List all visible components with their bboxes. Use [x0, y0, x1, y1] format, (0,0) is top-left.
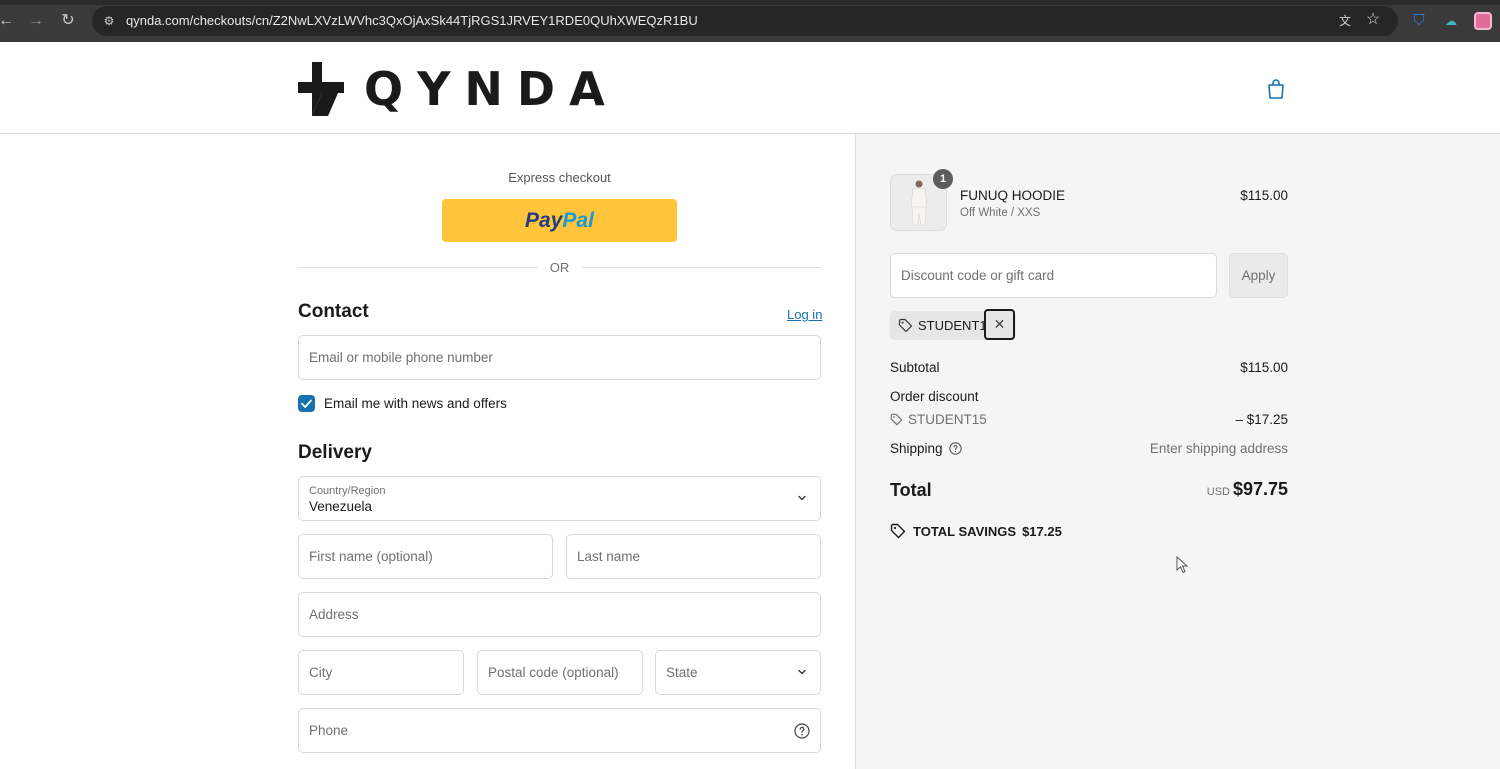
savings-amount: $17.25	[1022, 523, 1062, 539]
total-row: Total USD $97.75	[890, 478, 1288, 502]
applied-code-text: STUDENT15	[918, 318, 994, 333]
shopping-bag-icon[interactable]	[1266, 78, 1286, 100]
cloud-extension-icon[interactable]: ☁	[1442, 12, 1460, 30]
first-name-placeholder: First name (optional)	[309, 549, 433, 564]
state-select[interactable]: State	[655, 650, 821, 695]
postal-code-placeholder: Postal code (optional)	[488, 665, 619, 680]
contact-heading: Contact	[298, 301, 369, 322]
or-divider: OR	[298, 260, 821, 276]
total-amount: $97.75	[1232, 479, 1288, 499]
order-summary-panel: 1 FUNUQ HOODIE Off White / XXS $115.00 D…	[856, 134, 1500, 769]
help-circle-icon[interactable]	[948, 442, 962, 455]
shipping-value: Enter shipping address	[1149, 441, 1288, 456]
shipping-label-group: Shipping	[890, 441, 962, 456]
subtotal-value: $115.00	[1240, 360, 1288, 375]
discount-placeholder: Discount code or gift card	[901, 268, 1055, 283]
savings-tag-icon	[890, 523, 906, 539]
apply-discount-button[interactable]: Apply	[1229, 253, 1288, 298]
store-header: QYNDA	[0, 42, 1500, 134]
remove-discount-button[interactable]: ✕	[984, 309, 1015, 340]
postal-code-field[interactable]: Postal code (optional)	[477, 650, 643, 695]
login-link[interactable]: Log in	[787, 307, 822, 322]
savings-label: TOTAL SAVINGS	[913, 523, 1017, 539]
chevron-down-icon	[798, 495, 806, 501]
discount-code-label: STUDENT15	[890, 412, 987, 427]
discount-code-field[interactable]: Discount code or gift card	[890, 253, 1217, 298]
first-name-field[interactable]: First name (optional)	[298, 534, 553, 579]
address-placeholder: Address	[309, 607, 359, 622]
browser-toolbar: ← → ↻ ⚙ qynda.com/checkouts/cn/Z2NwLXVzL…	[0, 0, 1500, 42]
close-icon: ✕	[993, 316, 1006, 332]
url-text[interactable]: qynda.com/checkouts/cn/Z2NwLXVzLWVhc3QxO…	[126, 13, 698, 28]
total-label: Total	[890, 480, 932, 500]
newsletter-label: Email me with news and offers	[324, 395, 507, 411]
mouse-cursor-icon	[1176, 556, 1188, 574]
tag-icon	[890, 413, 903, 426]
email-field[interactable]: Email or mobile phone number	[298, 335, 821, 380]
shield-extension-icon[interactable]: ⛉	[1410, 12, 1428, 30]
tag-icon	[898, 318, 913, 333]
phone-field[interactable]: Phone	[298, 708, 821, 753]
shipping-label: Shipping	[890, 441, 943, 456]
paypal-button[interactable]: PayPal	[442, 199, 677, 242]
address-bar[interactable]: ⚙ qynda.com/checkouts/cn/Z2NwLXVzLWVhc3Q…	[92, 6, 1398, 36]
site-settings-icon[interactable]: ⚙	[100, 12, 118, 30]
discount-code-text: STUDENT15	[908, 412, 987, 427]
email-placeholder: Email or mobile phone number	[309, 350, 493, 365]
back-icon[interactable]: ←	[0, 11, 16, 31]
express-checkout-label: Express checkout	[508, 170, 611, 185]
product-variant: Off White / XXS	[960, 207, 1041, 219]
address-field[interactable]: Address	[298, 592, 821, 637]
phone-placeholder: Phone	[309, 723, 349, 738]
paypal-logo-part2: Pal	[562, 209, 594, 232]
state-placeholder: State	[666, 665, 698, 680]
country-select[interactable]: Country/Region Venezuela	[298, 476, 821, 521]
product-price: $115.00	[1240, 188, 1288, 203]
country-value: Venezuela	[309, 499, 373, 514]
city-field[interactable]: City	[298, 650, 464, 695]
paypal-logo-part1: Pay	[525, 209, 563, 232]
quantity-badge: 1	[933, 169, 953, 189]
newsletter-option[interactable]: Email me with news and offers	[298, 394, 507, 412]
logo-mark-icon	[298, 62, 344, 116]
divider-line-right	[581, 267, 821, 268]
reload-icon[interactable]: ↻	[58, 11, 78, 31]
order-discount-label: Order discount	[890, 389, 979, 404]
product-name: FUNUQ HOODIE	[960, 188, 1066, 203]
chevron-down-icon	[798, 669, 806, 675]
currency-code: USD	[1206, 486, 1230, 498]
translate-icon[interactable]: 文	[1336, 12, 1354, 30]
total-savings: TOTAL SAVINGS $17.25	[890, 522, 1062, 540]
last-name-field[interactable]: Last name	[566, 534, 821, 579]
forward-icon[interactable]: →	[26, 11, 46, 31]
delivery-heading: Delivery	[298, 442, 372, 463]
browser-tab-strip	[0, 0, 1500, 5]
bookmark-star-icon[interactable]: ☆	[1364, 11, 1382, 29]
subtotal-label: Subtotal	[890, 360, 940, 375]
discount-amount: – $17.25	[1235, 412, 1288, 427]
checkmark-icon	[301, 399, 312, 408]
city-placeholder: City	[309, 665, 333, 680]
newsletter-checkbox[interactable]	[298, 394, 315, 412]
help-circle-icon[interactable]	[794, 723, 810, 739]
store-name: QYNDA	[364, 62, 619, 116]
last-name-placeholder: Last name	[577, 549, 641, 564]
store-logo[interactable]: QYNDA	[298, 62, 619, 116]
profile-extension-icon[interactable]	[1474, 12, 1492, 30]
checkout-form-panel: Express checkout PayPal OR Contact Log i…	[0, 134, 856, 769]
country-label: Country/Region	[309, 485, 386, 497]
